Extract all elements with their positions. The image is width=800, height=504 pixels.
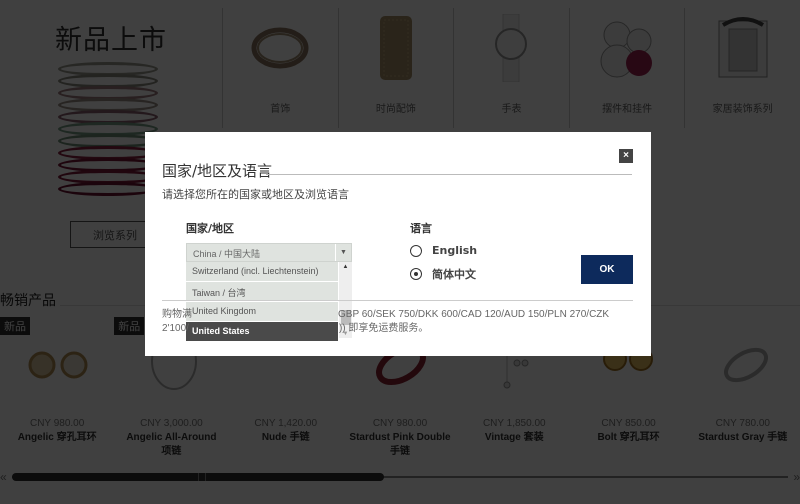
shipping-text: )) 即享免运费服务。 [338,323,429,334]
radio-unchecked-icon[interactable] [410,244,422,257]
language-label: 语言 [410,222,432,235]
language-option-chinese[interactable]: 简体中文 [410,266,476,282]
ok-button[interactable]: OK [581,255,633,284]
country-select[interactable]: China / 中国大陆 ▼ [186,243,352,262]
title-divider [266,174,632,175]
footer-divider [162,300,633,301]
country-option[interactable]: Switzerland (incl. Liechtenstein) [186,262,338,281]
country-option[interactable]: Taiwan / 台湾 [186,282,338,301]
radio-label[interactable]: 简体中文 [432,266,476,282]
shipping-text: GBP 60/SEK 750/DKK 600/CAD 120/AUD 150/P… [338,309,610,320]
country-language-dialog: 国家/地区及语言 × 请选择您所在的国家或地区及浏览语言 国家/地区 语言 Ch… [145,132,651,356]
dialog-subtitle: 请选择您所在的国家或地区及浏览语言 [162,188,349,201]
shipping-text: 2'100/ [162,323,189,334]
scroll-up-icon[interactable]: ▲ [339,264,352,270]
radio-label[interactable]: English [432,244,477,257]
selected-country: China / 中国大陆 [193,249,261,259]
radio-checked-icon[interactable] [410,268,422,280]
dialog-title: 国家/地区及语言 [162,162,273,180]
shipping-text: 购物满 [162,309,192,320]
language-option-english[interactable]: English [410,244,477,257]
country-label: 国家/地区 [186,222,235,235]
close-button[interactable]: × [619,149,633,163]
free-shipping-notice: 购物满 GBP 60/SEK 750/DKK 600/CAD 120/AUD 15… [162,308,622,336]
chevron-down-icon[interactable]: ▼ [335,244,351,261]
